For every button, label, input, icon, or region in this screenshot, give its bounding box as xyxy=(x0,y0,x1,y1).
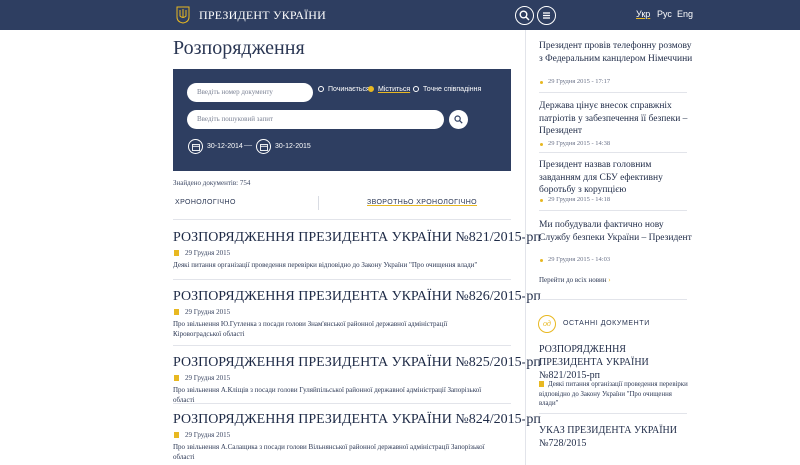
all-news-link[interactable]: Перейти до всіх новин › xyxy=(539,276,611,284)
document-title[interactable]: РОЗПОРЯДЖЕННЯ ПРЕЗИДЕНТА УКРАЇНИ №821/20… xyxy=(173,230,541,246)
tab-reverse-chronological[interactable]: ЗВОРОТНЬО ХРОНОЛОГІЧНО xyxy=(367,199,477,206)
divider xyxy=(539,92,687,93)
divider xyxy=(539,413,687,414)
divider xyxy=(173,219,511,220)
document-description: Деякі питання організації проведення пер… xyxy=(173,261,478,269)
clock-icon xyxy=(540,199,543,202)
hamburger-menu-icon xyxy=(543,12,550,19)
divider xyxy=(539,210,687,211)
document-title[interactable]: РОЗПОРЯДЖЕННЯ ПРЕЗИДЕНТА УКРАЇНИ №824/20… xyxy=(173,412,541,428)
sidebar-document-description: Деякі питання організації проведення пер… xyxy=(539,381,688,407)
date-to-field[interactable]: 30-12-2015 xyxy=(275,143,311,150)
document-description: Про звільнення А.Салащика з посади голов… xyxy=(173,443,485,461)
document-description: Про звільнення Ю.Гутленка з посади голов… xyxy=(173,320,448,338)
menu-button[interactable] xyxy=(537,6,556,25)
calendar-to-icon[interactable] xyxy=(256,139,271,154)
divider xyxy=(173,279,511,280)
radio-exact-match[interactable]: Точне співпадіння xyxy=(413,86,481,93)
divider xyxy=(173,345,511,346)
news-item-title[interactable]: Держава цінує внесок справжніх патріотів… xyxy=(539,100,694,138)
radio-contains[interactable]: Міститься xyxy=(368,86,410,93)
calendar-from-icon[interactable] xyxy=(188,139,203,154)
latest-documents-heading: ОСТАННІ ДОКУМЕНТИ xyxy=(563,320,650,327)
news-item-date: 29 Грудня 2015 - 17:17 xyxy=(548,78,611,85)
trident-logo-icon[interactable] xyxy=(176,6,190,24)
search-submit-button[interactable] xyxy=(449,110,468,129)
page-title: Розпорядження xyxy=(173,37,305,59)
lang-eng[interactable]: Eng xyxy=(677,9,693,19)
news-item-title[interactable]: Ми побудували фактично нову Службу безпе… xyxy=(539,219,694,244)
divider xyxy=(539,299,687,300)
search-icon xyxy=(454,115,463,124)
document-date: 29 Грудня 2015 xyxy=(185,431,231,439)
date-from-field[interactable]: 30-12-2014 xyxy=(207,143,243,150)
date-separator: — xyxy=(244,140,252,149)
document-icon xyxy=(174,432,179,438)
clock-icon xyxy=(540,143,543,146)
radio-starts-with[interactable]: Починається xyxy=(318,86,370,93)
document-description: Про звільнення А.Кліщів з посади голови … xyxy=(173,386,482,404)
arrow-right-icon: › xyxy=(608,276,611,284)
found-count: Знайдено документів: 754 xyxy=(173,179,251,187)
clock-icon xyxy=(540,259,543,262)
lang-rus[interactable]: Рус xyxy=(657,9,672,19)
divider xyxy=(173,403,511,404)
site-title[interactable]: ПРЕЗИДЕНТ УКРАЇНИ xyxy=(199,8,326,23)
news-item-date: 29 Грудня 2015 - 14:38 xyxy=(548,140,611,147)
search-query-input[interactable]: Введіть пошуковий запит xyxy=(187,110,444,129)
document-icon xyxy=(174,309,179,315)
document-date: 29 Грудня 2015 xyxy=(185,308,231,316)
tab-divider xyxy=(318,196,319,210)
news-item-date: 29 Грудня 2015 - 14:03 xyxy=(548,256,611,263)
news-item-title[interactable]: Президент провів телефонну розмову з Фед… xyxy=(539,40,694,65)
sidebar-document-title[interactable]: РОЗПОРЯДЖЕННЯ ПРЕЗИДЕНТА УКРАЇНИ №821/20… xyxy=(539,343,689,382)
document-date: 29 Грудня 2015 xyxy=(185,374,231,382)
documents-badge-icon: од xyxy=(538,315,556,333)
tab-chronological[interactable]: ХРОНОЛОГІЧНО xyxy=(175,199,236,206)
document-date: 29 Грудня 2015 xyxy=(185,249,231,257)
clock-icon xyxy=(540,81,543,84)
document-title[interactable]: РОЗПОРЯДЖЕННЯ ПРЕЗИДЕНТА УКРАЇНИ №826/20… xyxy=(173,289,541,305)
news-item-date: 29 Грудня 2015 - 14:18 xyxy=(548,196,611,203)
document-number-input[interactable]: Введіть номер документу xyxy=(187,83,313,102)
top-navigation-bar: ПРЕЗИДЕНТ УКРАЇНИ Укр Рус Eng xyxy=(0,0,800,30)
document-icon xyxy=(174,250,179,256)
search-button[interactable] xyxy=(515,6,534,25)
news-item-title[interactable]: Президент назвав головним завданням для … xyxy=(539,159,694,197)
lang-ukr[interactable]: Укр xyxy=(636,9,650,19)
search-icon xyxy=(519,10,530,21)
document-icon xyxy=(174,375,179,381)
sidebar-document-title[interactable]: УКАЗ ПРЕЗИДЕНТА УКРАЇНИ №728/2015 xyxy=(539,424,689,450)
sidebar-divider xyxy=(525,30,526,465)
divider xyxy=(539,152,687,153)
document-title[interactable]: РОЗПОРЯДЖЕННЯ ПРЕЗИДЕНТА УКРАЇНИ №825/20… xyxy=(173,355,541,371)
